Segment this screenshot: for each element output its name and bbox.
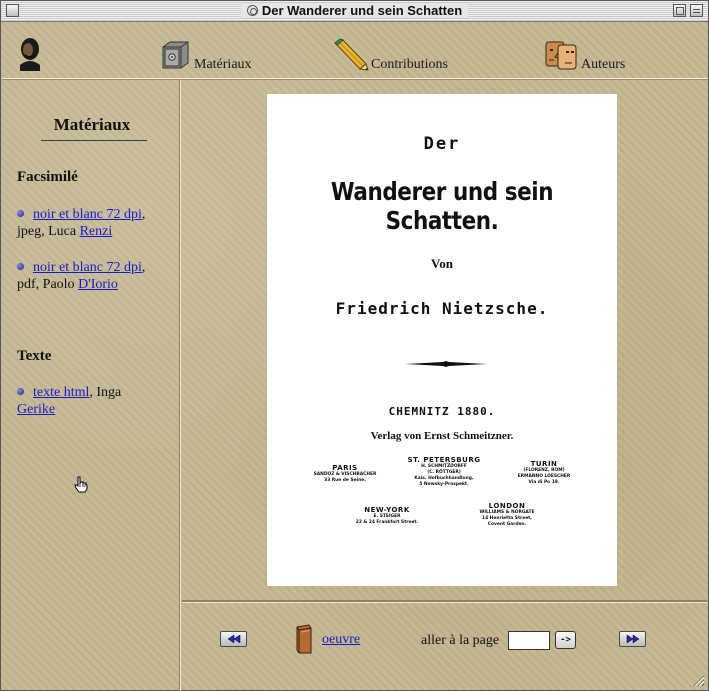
sidebar-heading: Matériaux — [53, 115, 131, 134]
separator: , — [141, 207, 146, 222]
faces-icon — [545, 41, 577, 70]
page-publisher: Verlag von Ernst Schmeitzner. — [370, 430, 514, 442]
imprint-city: LONDON — [488, 502, 526, 510]
imprint-line: 33 Rue de Seine. — [324, 478, 366, 483]
imprint-line: 22 & 24 Frankfort Street. — [355, 520, 419, 525]
entry-text: pdf, Paolo — [17, 277, 75, 292]
bottom-navigation: oeuvre aller à la page -> — [182, 602, 707, 691]
nietzsche-portrait-icon[interactable] — [16, 35, 44, 71]
safe-icon — [162, 41, 189, 69]
link-author-diorio[interactable]: D'Iorio — [78, 277, 118, 292]
link-jpeg-facsimile[interactable]: noir et blanc 72 dpi — [33, 207, 142, 222]
page-text-von: Von — [431, 256, 453, 271]
bullet-icon — [17, 263, 24, 270]
bullet-icon — [17, 388, 24, 395]
proxy-icon — [246, 5, 258, 16]
entry-text: jpeg, Luca — [17, 224, 77, 239]
link-author-renzi[interactable]: Renzi — [80, 224, 113, 239]
browser-window: Der Wanderer und sein Schatten Matériaux — [0, 0, 709, 691]
facsimile-page[interactable]: Der Wanderer und sein Schatten. Von Frie… — [267, 94, 617, 586]
page-city-year: CHEMNITZ 1880. — [388, 405, 496, 418]
nav-contributions[interactable]: Contributions — [333, 37, 449, 72]
list-item: texte html, Inga Gerike — [17, 384, 177, 418]
rewind-icon — [227, 635, 240, 643]
ornament-rule — [405, 361, 487, 367]
resize-grip-icon[interactable] — [691, 673, 705, 687]
entry-text: Inga — [96, 385, 122, 400]
imprint-line: 5 Newsky-Prospekt. — [419, 482, 469, 487]
page-number-input[interactable] — [508, 631, 550, 650]
page-author: Friedrich Nietzsche. — [335, 299, 549, 318]
page-text-der: Der — [423, 134, 461, 154]
link-pdf-facsimile[interactable]: noir et blanc 72 dpi — [33, 260, 142, 275]
link-texte-html[interactable]: texte html — [33, 385, 89, 400]
list-item: noir et blanc 72 dpi, pdf, Paolo D'Iorio — [17, 259, 177, 293]
heading-divider — [41, 140, 147, 141]
hand-cursor-icon — [74, 476, 88, 493]
imprint-london: LONDON WILLIAMS & NORGATE 14 Henrietta S… — [461, 502, 553, 528]
nav-auteurs[interactable]: Auteurs — [544, 39, 626, 72]
window-title-text: Der Wanderer und sein Schatten — [261, 3, 463, 18]
section-title-texte: Texte — [17, 348, 52, 364]
sidebar: Matériaux Facsimilé noir et blanc 72 dpi… — [2, 80, 180, 691]
nav-materiaux-label: Matériaux — [194, 57, 252, 72]
imprint-city: PARIS — [332, 464, 358, 472]
go-button[interactable]: -> — [555, 631, 576, 649]
section-title-facsimile: Facsimilé — [17, 169, 78, 185]
goto-page-label: aller à la page — [421, 633, 500, 648]
imprint-turin: TURIN (FLORENZ, ROM) ERMANNO LOESCHER Vi… — [503, 460, 585, 486]
imprint-new-york: NEW-YORK E. STEIGER 22 & 24 Frankfort St… — [347, 506, 427, 526]
zoom-box[interactable] — [673, 4, 686, 17]
book-icon[interactable] — [294, 624, 314, 654]
nav-contributions-label: Contributions — [371, 57, 449, 72]
page-title: Wanderer und sein Schatten. — [330, 177, 554, 235]
imprint-line: Via di Po 19. — [528, 480, 560, 485]
imprint-st-petersburg: ST. PETERSBURG H. SCHMITZDORFF (C. RÖTTG… — [399, 456, 489, 488]
nav-materiaux[interactable]: Matériaux — [160, 39, 252, 72]
fast-forward-icon — [626, 635, 639, 643]
nav-auteurs-label: Auteurs — [581, 57, 626, 72]
title-bar[interactable]: Der Wanderer und sein Schatten — [1, 1, 708, 22]
imprint-city: ST. PETERSBURG — [407, 456, 481, 464]
last-page-button[interactable] — [619, 631, 646, 647]
oeuvre-link[interactable]: oeuvre — [322, 632, 360, 648]
main-content: Der Wanderer und sein Schatten. Von Frie… — [182, 80, 707, 600]
separator: , — [141, 260, 146, 275]
separator: , — [89, 385, 93, 400]
collapse-box[interactable] — [690, 4, 703, 17]
imprint-paris: PARIS SANDOZ & VISCHBACHER 33 Rue de Sei… — [305, 464, 385, 484]
first-page-button[interactable] — [220, 631, 247, 647]
imprint-line: Covent Garden. — [487, 522, 527, 527]
bullet-icon — [17, 210, 24, 217]
top-navigation: Matériaux Contributions Auteurs — [2, 23, 707, 79]
list-item: noir et blanc 72 dpi, jpeg, Luca Renzi — [17, 206, 177, 240]
link-author-gerike[interactable]: Gerike — [17, 402, 55, 417]
window-title: Der Wanderer und sein Schatten — [1, 3, 708, 18]
imprint-city: TURIN — [530, 460, 558, 468]
pencil-icon — [334, 38, 369, 71]
imprint-city: NEW-YORK — [364, 506, 410, 514]
